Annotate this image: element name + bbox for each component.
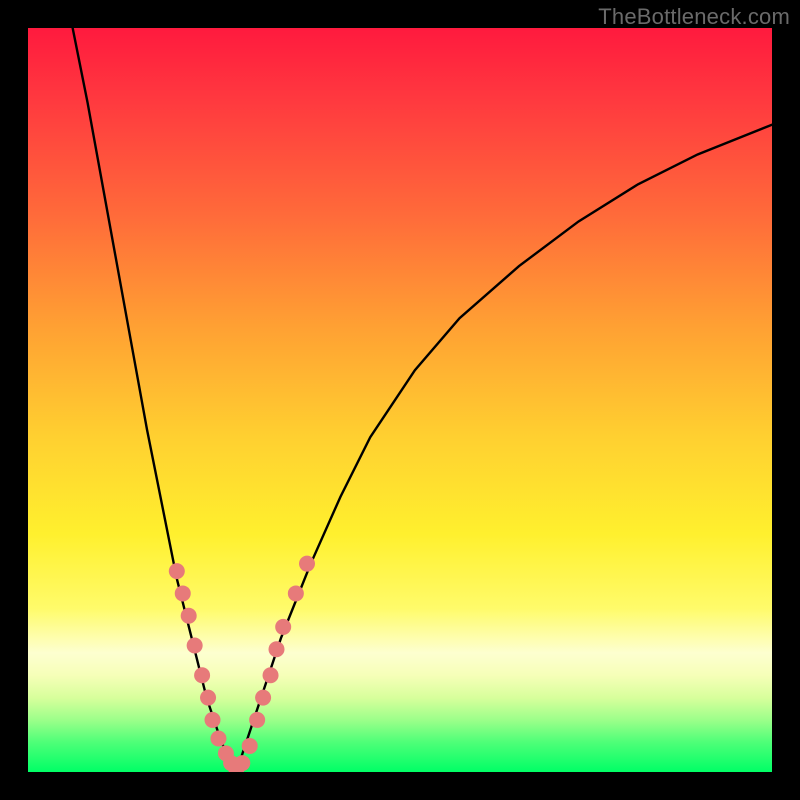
marker-dot — [242, 738, 258, 754]
marker-dot — [269, 641, 285, 657]
plot-area — [28, 28, 772, 772]
marker-group — [169, 556, 315, 772]
left-branch-curve — [73, 28, 237, 772]
marker-dot — [187, 638, 203, 654]
marker-dot — [175, 585, 191, 601]
chart-frame: TheBottleneck.com — [0, 0, 800, 800]
watermark-text: TheBottleneck.com — [598, 4, 790, 30]
marker-dot — [210, 731, 226, 747]
marker-dot — [249, 712, 265, 728]
marker-dot — [299, 556, 315, 572]
marker-dot — [255, 690, 271, 706]
marker-dot — [288, 585, 304, 601]
marker-dot — [194, 667, 210, 683]
chart-svg — [28, 28, 772, 772]
marker-dot — [263, 667, 279, 683]
marker-dot — [169, 563, 185, 579]
marker-dot — [181, 608, 197, 624]
marker-dot — [234, 755, 250, 771]
marker-dot — [200, 690, 216, 706]
marker-dot — [275, 619, 291, 635]
marker-dot — [205, 712, 221, 728]
right-branch-curve — [236, 125, 772, 772]
